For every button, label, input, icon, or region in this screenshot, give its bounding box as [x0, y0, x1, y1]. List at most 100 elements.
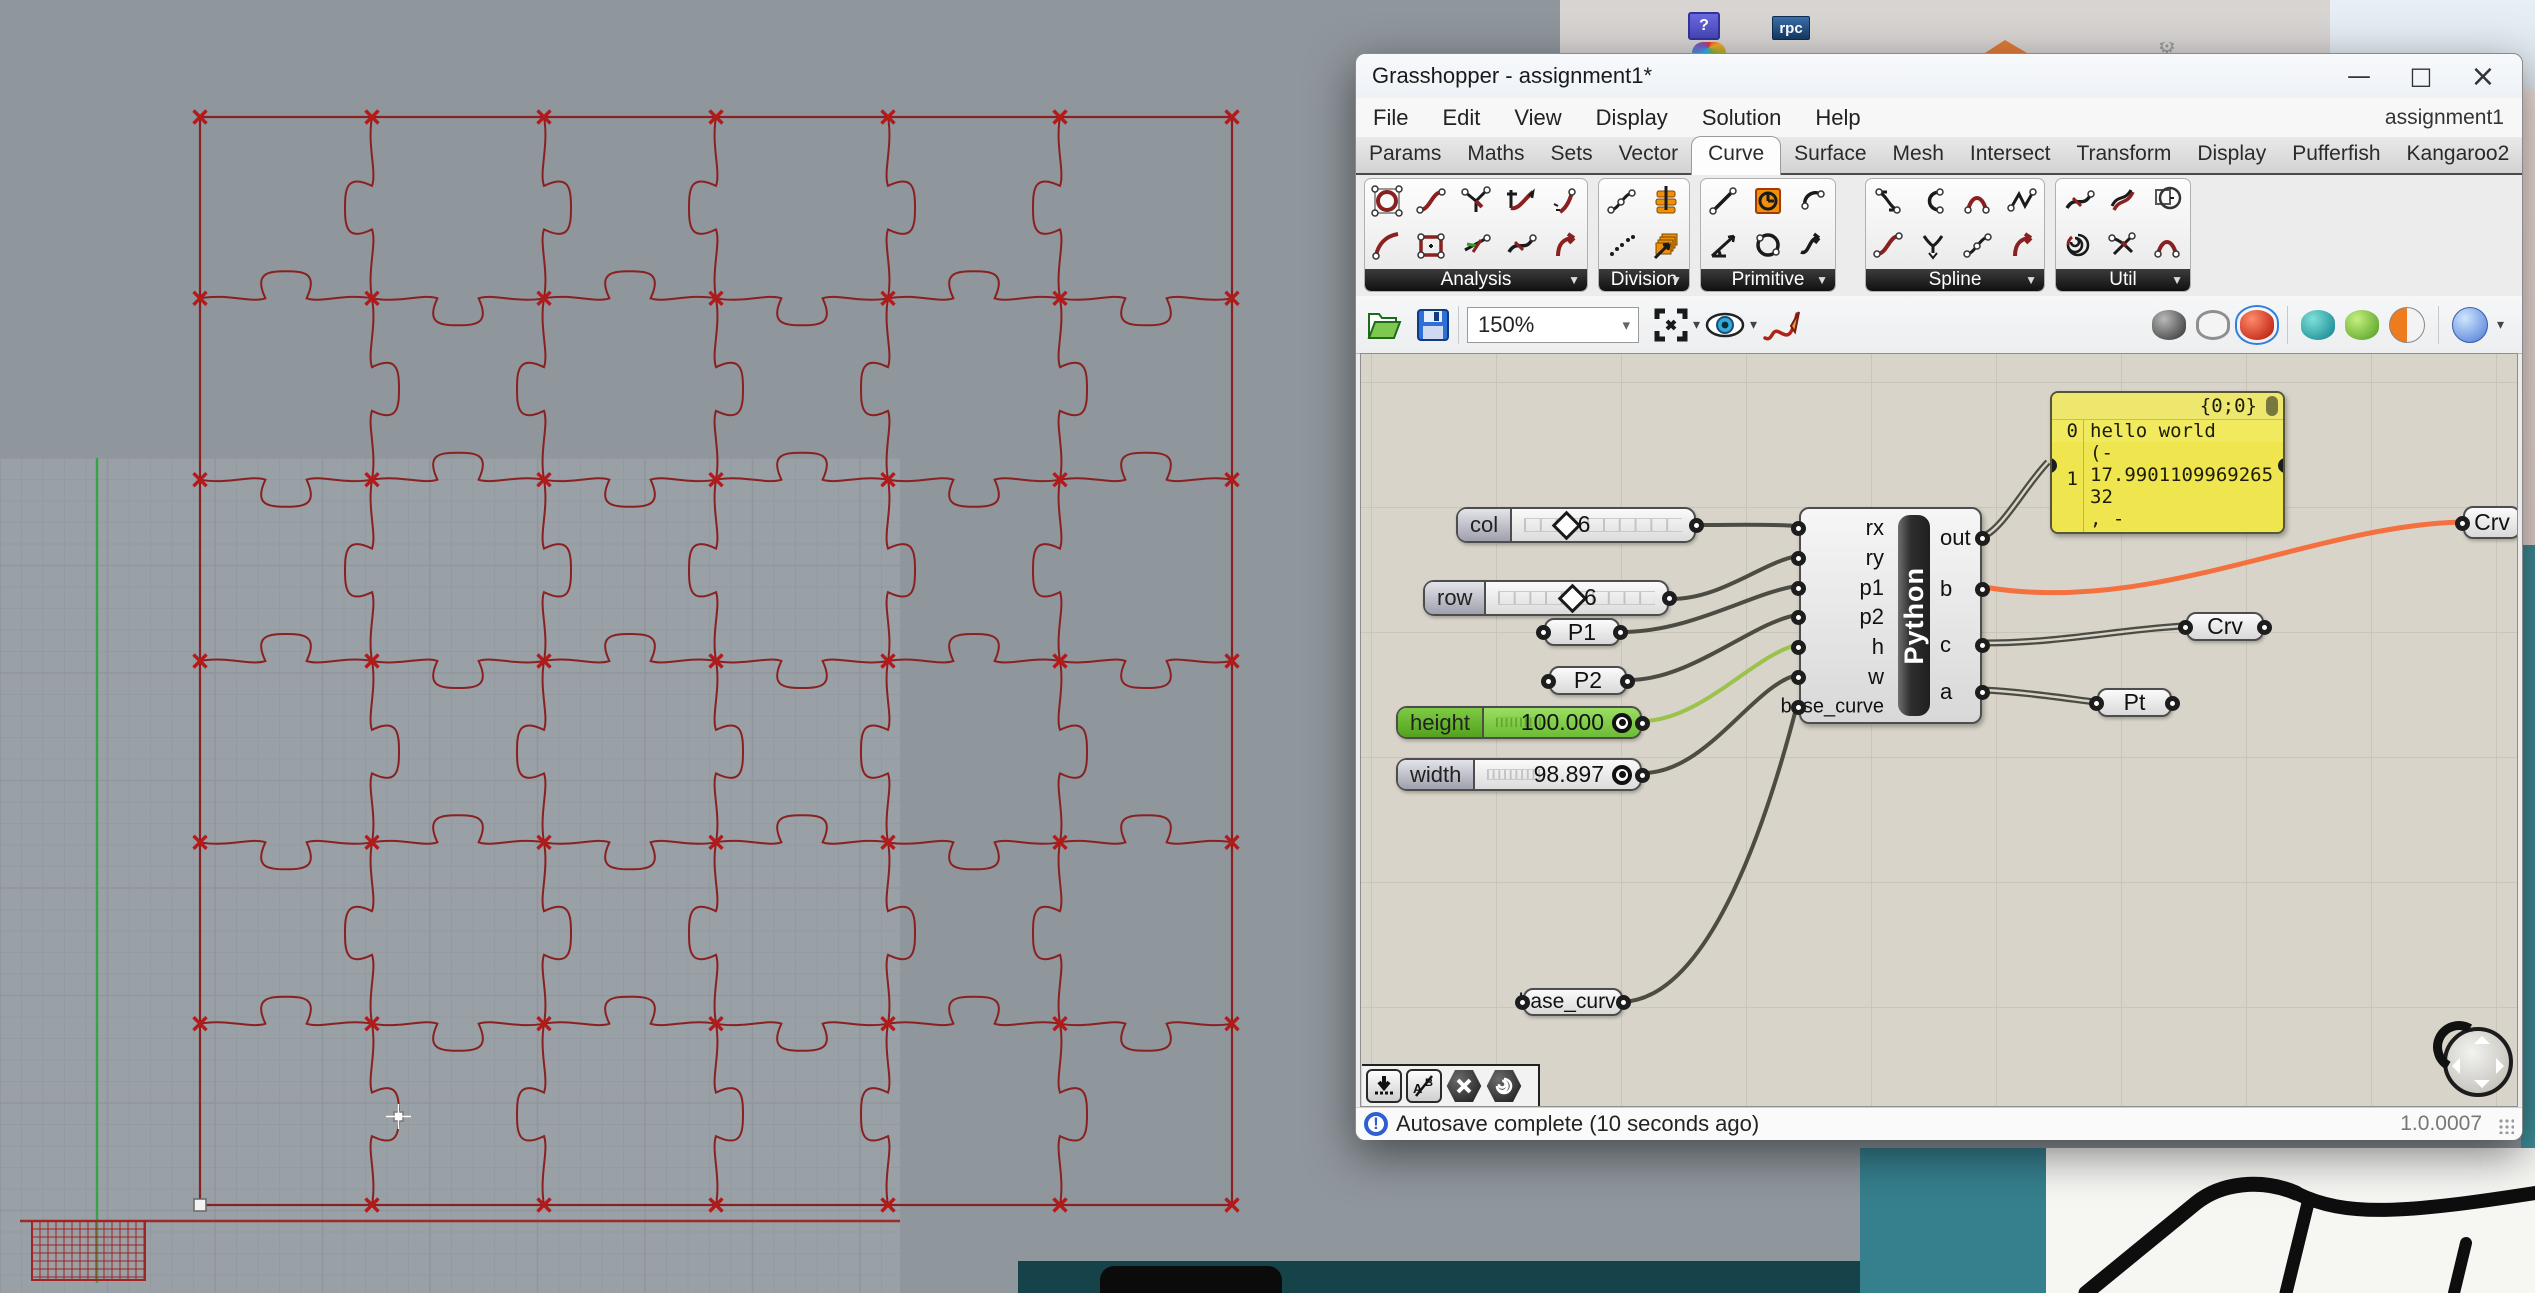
- component-icon-dots[interactable]: [1599, 179, 1643, 223]
- output-connector[interactable]: [2165, 696, 2180, 711]
- sketch-pen-icon[interactable]: [1761, 306, 1801, 344]
- component-icon-xcur[interactable]: [1498, 223, 1542, 267]
- tab-kangaroo2[interactable]: Kangaroo2: [2394, 137, 2523, 173]
- resize-grip[interactable]: [2498, 1118, 2514, 1134]
- component-icon-frame[interactable]: [1365, 179, 1409, 223]
- display-mode-icon[interactable]: [2452, 307, 2488, 343]
- python-component[interactable]: Python rx ry p1 p2 h w base_curve out b …: [1799, 507, 1982, 724]
- expand-group-icon[interactable]: ▼: [2025, 273, 2037, 287]
- output-connector[interactable]: [1689, 518, 1704, 533]
- expand-group-icon[interactable]: ▼: [1816, 273, 1828, 287]
- menu-solution[interactable]: Solution: [1685, 105, 1799, 131]
- component-icon-hook[interactable]: [1790, 179, 1834, 223]
- input-connector[interactable]: [2455, 516, 2470, 531]
- preview-eye-icon[interactable]: [1704, 308, 1746, 342]
- component-icon-narc[interactable]: [1955, 179, 1999, 223]
- param-crv-mid[interactable]: Crv: [2186, 612, 2264, 641]
- component-icon-sq[interactable]: [1866, 223, 1910, 267]
- component-icon-spiral[interactable]: [2056, 223, 2100, 267]
- tab-pufferfish[interactable]: Pufferfish: [2279, 137, 2393, 173]
- slider-height-handle[interactable]: [1612, 713, 1632, 733]
- tab-mesh[interactable]: Mesh: [1880, 137, 1957, 173]
- menu-file[interactable]: File: [1356, 105, 1425, 131]
- help-icon[interactable]: ?: [1688, 12, 1720, 40]
- component-icon-ibeam[interactable]: [1866, 179, 1910, 223]
- output-connector[interactable]: [1635, 716, 1650, 731]
- component-icon-obox[interactable]: [1644, 179, 1688, 223]
- maximize-button[interactable]: □: [2390, 54, 2452, 98]
- component-icon-osheets[interactable]: [1644, 223, 1688, 267]
- dock-widget-icon[interactable]: [1366, 1069, 1402, 1103]
- ribbon-group-label[interactable]: Division▼: [1599, 269, 1689, 291]
- save-icon[interactable]: [1416, 308, 1450, 342]
- python-component-title[interactable]: Python: [1898, 515, 1930, 716]
- output-connector[interactable]: [1662, 591, 1677, 606]
- zoom-extents-icon[interactable]: [1653, 307, 1689, 343]
- slider-row[interactable]: row 6: [1423, 580, 1669, 616]
- rpc-icon[interactable]: rpc: [1772, 16, 1810, 40]
- output-connector[interactable]: [1975, 638, 1990, 653]
- slider-width[interactable]: width 98.897: [1396, 758, 1642, 791]
- tab-curve[interactable]: Curve: [1691, 136, 1781, 175]
- component-icon-oclock[interactable]: [1746, 179, 1790, 223]
- component-icon-arc[interactable]: [1365, 223, 1409, 267]
- ribbon-group-label[interactable]: Primitive▼: [1701, 269, 1835, 291]
- output-connector[interactable]: [2257, 620, 2272, 635]
- panel-scroll-pill[interactable]: [2266, 396, 2278, 416]
- input-connector[interactable]: [1791, 640, 1806, 655]
- input-connector[interactable]: [1791, 581, 1806, 596]
- expand-group-icon[interactable]: ▼: [1670, 273, 1682, 287]
- param-pt[interactable]: Pt: [2097, 688, 2172, 717]
- param-crv-right[interactable]: Crv: [2463, 506, 2518, 539]
- tab-display[interactable]: Display: [2184, 137, 2279, 173]
- output-connector[interactable]: [1975, 685, 1990, 700]
- data-panel[interactable]: {0;0} 0 hello world 1 (- 17.990110996926…: [2050, 391, 2285, 534]
- component-icon-sq[interactable]: [1409, 179, 1453, 223]
- component-icon-ocircle[interactable]: [1746, 223, 1790, 267]
- tab-maths[interactable]: Maths: [1454, 137, 1537, 173]
- title-bar[interactable]: Grasshopper - assignment1* — □ ×: [1356, 54, 2522, 98]
- ribbon-group-label[interactable]: Spline▼: [1866, 269, 2044, 291]
- chevron-down-icon[interactable]: ▾: [1693, 316, 1700, 333]
- menu-display[interactable]: Display: [1579, 105, 1685, 131]
- menu-help[interactable]: Help: [1798, 105, 1877, 131]
- zoom-level-dropdown[interactable]: 150% ▾: [1467, 307, 1639, 343]
- component-icon-line[interactable]: [1701, 179, 1745, 223]
- component-icon-zpol[interactable]: [2000, 179, 2044, 223]
- input-connector[interactable]: [1541, 674, 1556, 689]
- output-connector[interactable]: [1975, 582, 1990, 597]
- tab-transform[interactable]: Transform: [2063, 137, 2184, 173]
- font-widget-icon[interactable]: AB: [1406, 1069, 1442, 1103]
- component-icon-xcur[interactable]: [2056, 179, 2100, 223]
- input-connector[interactable]: [2178, 620, 2193, 635]
- slider-height[interactable]: height 100.000: [1396, 706, 1642, 739]
- ribbon-group-label[interactable]: Util▼: [2056, 269, 2190, 291]
- canvas-navigation-ball[interactable]: [2443, 1027, 2513, 1097]
- component-icon-fork[interactable]: [1454, 179, 1498, 223]
- component-icon-dcur[interactable]: [2101, 179, 2145, 223]
- minimize-button[interactable]: —: [2328, 54, 2390, 98]
- component-icon-merge[interactable]: [2101, 223, 2145, 267]
- tab-surface[interactable]: Surface: [1781, 137, 1879, 173]
- gh-canvas[interactable]: col 6 row 6 height 100.000 width: [1360, 353, 2518, 1107]
- shaded-preview-icon-selected[interactable]: [2240, 310, 2274, 340]
- component-icon-rect[interactable]: [1409, 223, 1453, 267]
- component-icon-qc[interactable]: [2145, 179, 2189, 223]
- output-connector[interactable]: [1613, 625, 1628, 640]
- component-icon-angle[interactable]: [1701, 223, 1745, 267]
- expand-group-icon[interactable]: ▼: [2171, 273, 2183, 287]
- solver-spiral-icon[interactable]: [1486, 1069, 1522, 1103]
- no-preview-icon[interactable]: [2152, 310, 2186, 340]
- component-icon-ccur[interactable]: [1911, 179, 1955, 223]
- component-icon-sarr[interactable]: [1790, 223, 1834, 267]
- preview-quality-icon[interactable]: [2345, 310, 2379, 340]
- output-connector[interactable]: [1620, 674, 1635, 689]
- ribbon-group-label[interactable]: Analysis▼: [1365, 269, 1587, 291]
- input-connector[interactable]: [1791, 610, 1806, 625]
- menu-view[interactable]: View: [1497, 105, 1578, 131]
- component-icon-tcur[interactable]: [1498, 179, 1542, 223]
- component-icon-turn[interactable]: [1543, 223, 1587, 267]
- input-connector[interactable]: [1515, 995, 1530, 1010]
- output-connector[interactable]: [1975, 531, 1990, 546]
- component-icon-spark[interactable]: [1543, 179, 1587, 223]
